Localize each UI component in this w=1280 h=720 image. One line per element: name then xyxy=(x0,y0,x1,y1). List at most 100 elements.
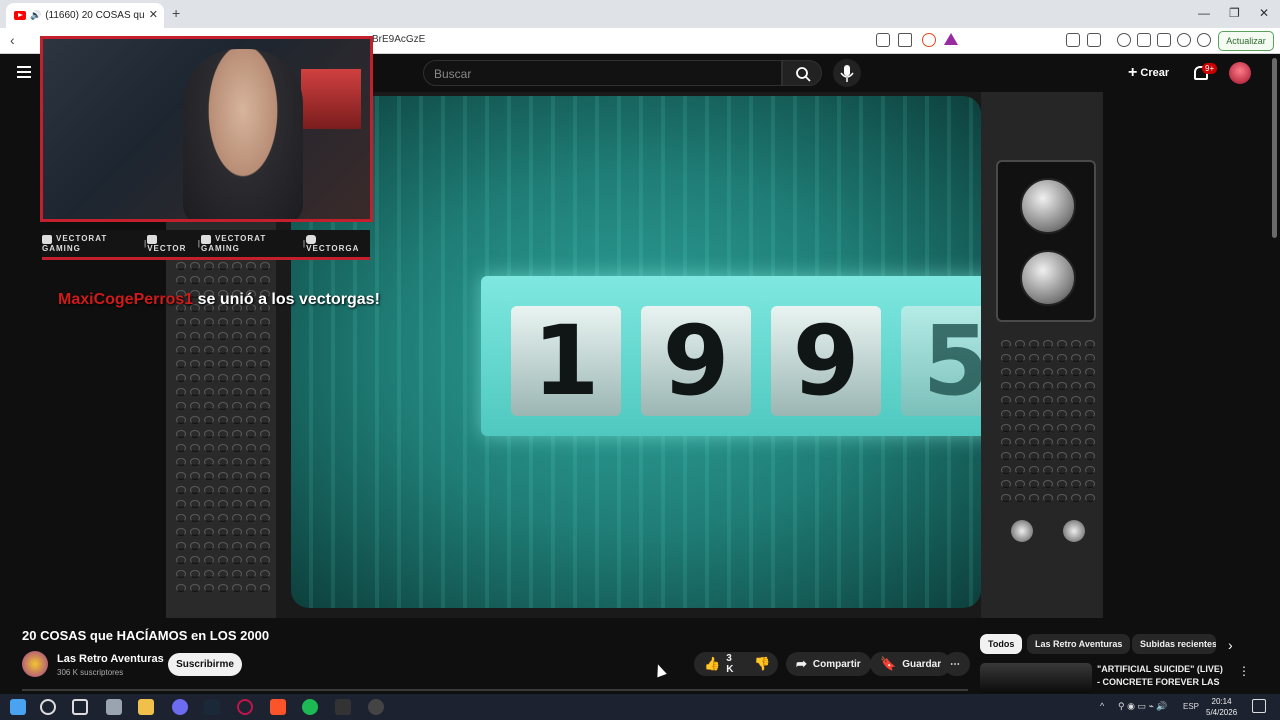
recommended-thumbnail[interactable] xyxy=(980,663,1092,693)
restore-button[interactable]: ❐ xyxy=(1229,6,1240,20)
shield-icon[interactable] xyxy=(1197,33,1211,47)
close-tab-icon[interactable]: ✕ xyxy=(149,8,158,21)
new-tab-button[interactable]: + xyxy=(172,5,180,21)
search-icon[interactable] xyxy=(40,699,56,715)
grille-hole xyxy=(1029,368,1039,376)
grille-hole xyxy=(204,444,214,452)
social-twitch: VECTOR xyxy=(147,234,198,253)
taskbar-clock[interactable]: 20:14 5/4/2026 xyxy=(1206,696,1237,718)
notification-center-icon[interactable] xyxy=(1252,699,1266,713)
opera-icon[interactable] xyxy=(237,699,253,715)
grille-hole xyxy=(232,486,242,494)
grille-hole xyxy=(1001,494,1011,502)
grille-hole xyxy=(218,276,228,284)
grille-hole xyxy=(246,458,256,466)
channel-avatar[interactable] xyxy=(22,651,48,677)
grille-hole xyxy=(1071,340,1081,348)
update-button[interactable]: Actualizar xyxy=(1218,31,1274,51)
minimize-button[interactable]: — xyxy=(1198,6,1210,20)
dislike-button[interactable]: 👎 xyxy=(746,652,778,676)
like-button[interactable]: 👍 3 K xyxy=(694,652,746,676)
task-view-icon[interactable] xyxy=(72,699,88,715)
app-icon[interactable] xyxy=(106,699,122,715)
grille-hole xyxy=(232,262,242,270)
leo-icon[interactable] xyxy=(1177,33,1191,47)
spotify-icon[interactable] xyxy=(302,699,318,715)
chip-channel[interactable]: Las Retro Aventuras xyxy=(1027,634,1131,654)
subscribe-button[interactable]: Suscribirme xyxy=(168,653,242,676)
sidebar-icon[interactable] xyxy=(1137,33,1151,47)
save-button[interactable]: 🔖 Guardar xyxy=(870,652,952,676)
chip-todos[interactable]: Todos xyxy=(980,634,1023,654)
chevron-right-icon[interactable]: › xyxy=(1228,637,1233,653)
tray-chevron-icon[interactable]: ^ xyxy=(1100,701,1104,711)
brave-shield-icon[interactable] xyxy=(922,33,936,47)
search-input[interactable]: Buscar xyxy=(423,60,782,86)
hamburger-menu-icon[interactable] xyxy=(17,66,31,81)
grille-hole xyxy=(218,458,228,466)
share-button[interactable]: ➦ Compartir xyxy=(786,652,871,676)
grille-hole xyxy=(260,262,270,270)
voice-search-button[interactable] xyxy=(833,59,861,87)
instagram-icon xyxy=(306,234,317,244)
grille-hole xyxy=(176,402,186,410)
discord-icon[interactable] xyxy=(172,699,188,715)
vpn-icon[interactable] xyxy=(1157,33,1171,47)
grille-hole xyxy=(176,332,186,340)
chip-recent[interactable]: Subidas recientes xyxy=(1132,634,1216,654)
grille-hole xyxy=(204,458,214,466)
share-icon[interactable] xyxy=(898,33,912,47)
grille-hole xyxy=(190,402,200,410)
grille-hole xyxy=(246,444,256,452)
grille-hole xyxy=(232,444,242,452)
grille-hole xyxy=(1015,452,1025,460)
music-icon[interactable] xyxy=(1117,33,1131,47)
grille-hole xyxy=(218,528,228,536)
grille-hole xyxy=(1015,368,1025,376)
url-field[interactable]: BrE9AcGzE xyxy=(372,34,425,45)
search-button[interactable] xyxy=(782,60,822,86)
grille-hole xyxy=(204,542,214,550)
steam-icon[interactable] xyxy=(204,699,220,715)
grille-hole xyxy=(190,318,200,326)
channel-name[interactable]: Las Retro Aventuras xyxy=(57,653,164,665)
more-actions-button[interactable]: ⋯ xyxy=(944,652,970,676)
rewards-icon[interactable] xyxy=(944,33,958,45)
wallet-icon[interactable] xyxy=(1087,33,1101,47)
grille-hole xyxy=(246,276,256,284)
tv-control-panel xyxy=(981,92,1103,618)
close-window-button[interactable]: ✕ xyxy=(1259,6,1269,20)
file-explorer-icon[interactable] xyxy=(138,699,154,715)
language-indicator[interactable]: ESP xyxy=(1183,702,1199,711)
windows-start-icon[interactable] xyxy=(10,699,26,715)
counter-digit: 9 xyxy=(641,306,751,416)
grille-hole xyxy=(1001,466,1011,474)
obs-icon[interactable] xyxy=(368,699,384,715)
grille-hole xyxy=(1001,410,1011,418)
screen-icon[interactable] xyxy=(876,33,890,47)
user-avatar[interactable] xyxy=(1229,62,1251,84)
extension-icon[interactable] xyxy=(1066,33,1080,47)
grille-hole xyxy=(176,430,186,438)
grille-hole xyxy=(1071,396,1081,404)
grille-hole xyxy=(246,430,256,438)
browser-tab[interactable]: 🔊 (11660) 20 COSAS que HACÍA ✕ xyxy=(6,3,164,28)
clock-time: 20:14 xyxy=(1211,697,1232,706)
grille-hole xyxy=(1057,396,1067,404)
page-scrollbar[interactable] xyxy=(1272,58,1277,238)
tray-icons[interactable]: ⚲ ◉ ▭ ⌁ 🔊 xyxy=(1118,701,1168,712)
app-icon[interactable] xyxy=(335,699,351,715)
speaker-icon[interactable]: 🔊 xyxy=(30,10,41,21)
create-button[interactable]: + Crear xyxy=(1128,64,1169,82)
member-joined-alert: MaxiCogePerros1 se unió a los vectorgas! xyxy=(58,291,380,309)
recommended-menu-icon[interactable]: ⋮ xyxy=(1238,664,1250,678)
grille-hole xyxy=(218,486,228,494)
microphone-icon xyxy=(840,65,854,82)
grille-hole xyxy=(260,528,270,536)
back-icon[interactable]: ‹ xyxy=(10,32,15,48)
grille-hole xyxy=(204,486,214,494)
grille-hole xyxy=(232,472,242,480)
brave-browser-icon[interactable] xyxy=(270,699,286,715)
grille-hole xyxy=(232,374,242,382)
grille-hole xyxy=(176,584,186,592)
